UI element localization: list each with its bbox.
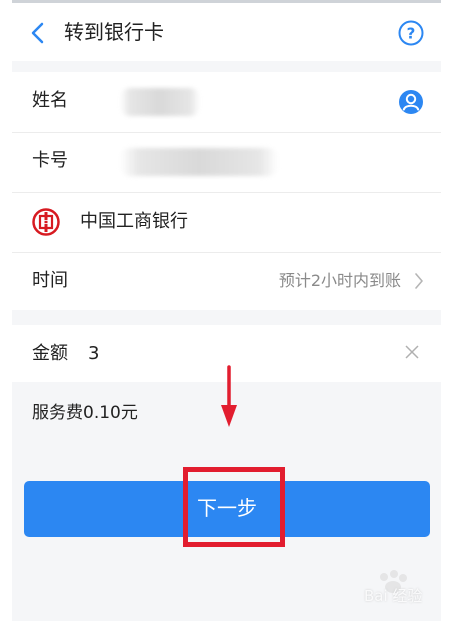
svg-text:?: ?: [407, 25, 416, 43]
card-number-label: 卡号: [32, 150, 68, 171]
recipient-card: 姓名 卡号 中国工商银行 时间 预计2小时内到账: [12, 72, 441, 310]
annotation-highlight-box: [183, 467, 285, 547]
arrival-time-row[interactable]: 时间 预计2小时内到账: [12, 252, 441, 312]
amount-input[interactable]: 3: [88, 341, 99, 367]
chevron-right-icon: [415, 273, 423, 289]
name-row[interactable]: 姓名: [12, 72, 441, 132]
clear-icon[interactable]: [405, 345, 419, 359]
time-label: 时间: [32, 270, 68, 291]
help-icon[interactable]: ?: [398, 20, 424, 46]
contact-picker-icon[interactable]: [398, 89, 424, 115]
transfer-to-bank-card-screen: 转到银行卡 ? 姓名 卡号 中国工商银行 时间 预计2小时内到账 金额 3 服务…: [12, 0, 441, 621]
card-number-redacted: [120, 148, 278, 176]
back-arrow-icon[interactable]: [28, 22, 48, 44]
annotation-arrow: [221, 365, 237, 427]
icbc-logo-icon: [32, 208, 60, 236]
page-title: 转到银行卡: [64, 20, 164, 44]
service-fee-text: 服务费0.10元: [32, 403, 138, 423]
amount-label: 金额: [32, 343, 68, 364]
bank-name: 中国工商银行: [80, 211, 188, 232]
arrival-time-value: 预计2小时内到账: [278, 271, 401, 290]
card-number-row[interactable]: 卡号: [12, 132, 441, 192]
watermark-text: Bai 经验: [364, 587, 423, 605]
name-value-redacted: [120, 88, 200, 116]
watermark: Bai 经验: [342, 563, 442, 615]
header-bar: 转到银行卡 ?: [12, 3, 441, 61]
name-label: 姓名: [32, 90, 68, 111]
bank-row[interactable]: 中国工商银行: [12, 192, 441, 252]
